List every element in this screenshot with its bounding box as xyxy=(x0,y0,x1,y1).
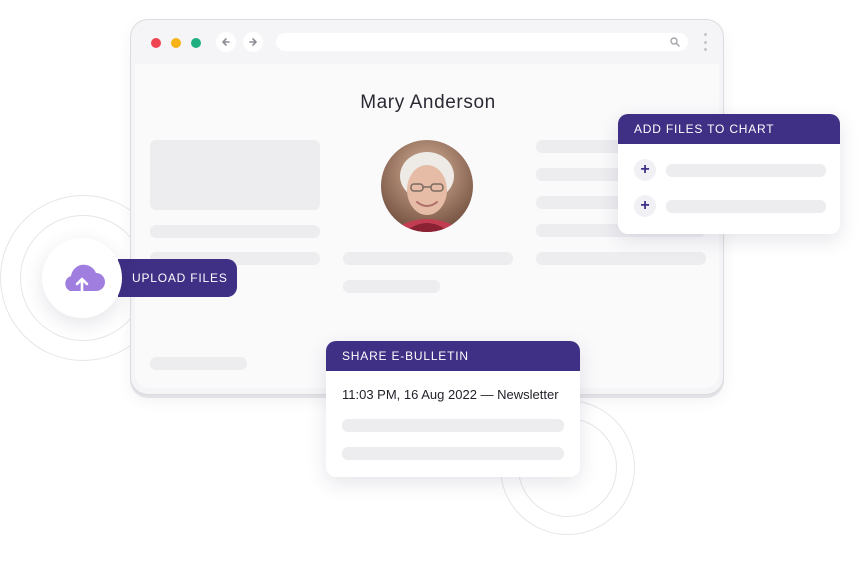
placeholder-image-block xyxy=(150,140,320,210)
placeholder-line xyxy=(343,252,513,265)
arrow-left-icon xyxy=(222,38,230,46)
plus-icon: + xyxy=(640,161,650,178)
profile-name: Mary Anderson xyxy=(360,92,496,113)
placeholder-line xyxy=(150,225,320,238)
minimize-window-dot[interactable] xyxy=(171,38,181,48)
maximize-window-dot[interactable] xyxy=(191,38,201,48)
forward-button[interactable] xyxy=(243,32,263,52)
placeholder-line xyxy=(666,200,826,213)
bulletin-entry: 11:03 PM, 16 Aug 2022 — Newsletter xyxy=(342,387,559,402)
browser-toolbar xyxy=(131,20,723,64)
placeholder-line xyxy=(666,164,826,177)
add-files-card-title: ADD FILES TO CHART xyxy=(618,114,840,144)
profile-avatar xyxy=(381,140,473,232)
address-bar[interactable] xyxy=(276,33,688,51)
cloud-upload-icon xyxy=(65,264,105,294)
placeholder-line xyxy=(536,252,706,265)
add-file-button[interactable]: + xyxy=(634,159,656,181)
add-file-button[interactable]: + xyxy=(634,195,656,217)
upload-files-circle[interactable] xyxy=(42,238,122,318)
placeholder-line xyxy=(342,447,564,460)
placeholder-line xyxy=(343,280,440,293)
search-icon[interactable] xyxy=(670,37,680,47)
back-button[interactable] xyxy=(216,32,236,52)
close-window-dot[interactable] xyxy=(151,38,161,48)
plus-icon: + xyxy=(640,197,650,214)
share-bulletin-card-title: SHARE E-BULLETIN xyxy=(326,341,580,371)
arrow-right-icon xyxy=(249,38,257,46)
add-files-card: ADD FILES TO CHART + + xyxy=(618,114,840,234)
browser-menu-icon[interactable] xyxy=(703,33,707,51)
placeholder-line xyxy=(150,357,247,370)
upload-files-button[interactable]: UPLOAD FILES xyxy=(118,259,237,297)
placeholder-line xyxy=(342,419,564,432)
share-bulletin-card: SHARE E-BULLETIN 11:03 PM, 16 Aug 2022 —… xyxy=(326,341,580,477)
